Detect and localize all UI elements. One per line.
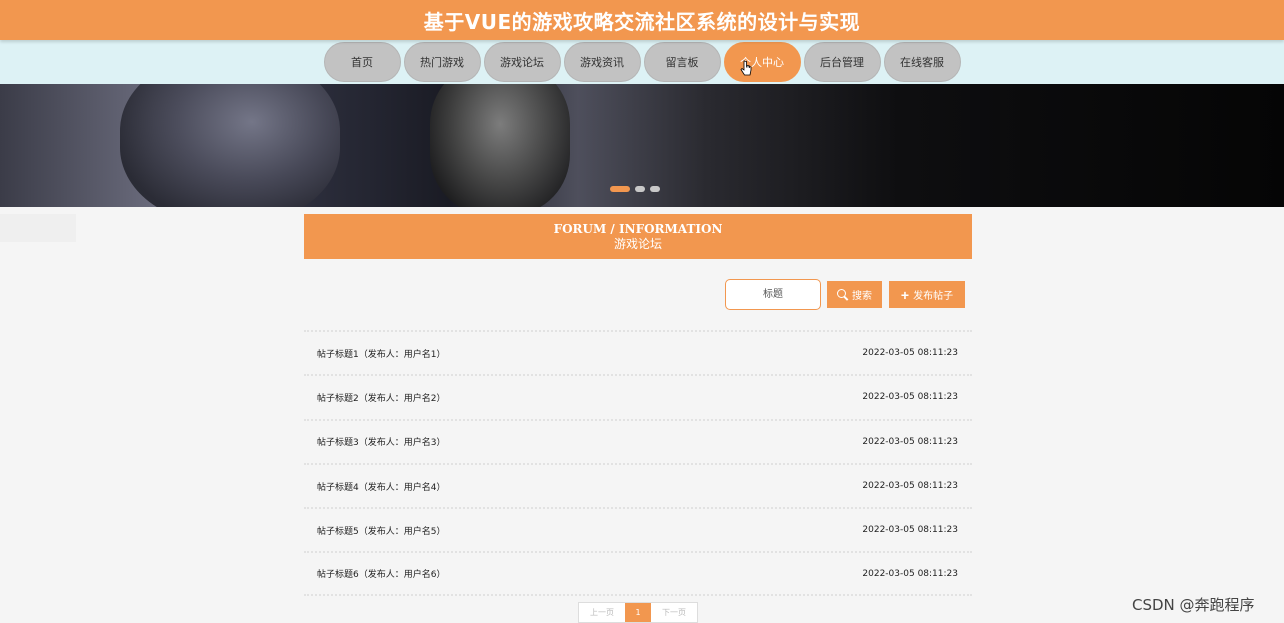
app-header: 基于VUE的游戏攻略交流社区系统的设计与实现 bbox=[0, 0, 1284, 40]
prev-page-button[interactable]: 上一页 bbox=[579, 603, 625, 622]
post-title: 帖子标题1（发布人：用户名1） bbox=[317, 349, 446, 360]
post-row[interactable]: 帖子标题4（发布人：用户名4） 2022-03-05 08:11:23 bbox=[304, 462, 972, 507]
banner-image-gloved-hand bbox=[430, 84, 570, 207]
plus-icon: + bbox=[900, 286, 910, 303]
carousel-dot[interactable] bbox=[650, 186, 660, 192]
app-title: 基于VUE的游戏攻略交流社区系统的设计与实现 bbox=[423, 9, 861, 34]
page-number-button[interactable]: 1 bbox=[625, 603, 651, 622]
side-decoration bbox=[0, 214, 76, 242]
section-header: FORUM / INFORMATION 游戏论坛 bbox=[304, 214, 972, 259]
nav-item-message-board[interactable]: 留言板 bbox=[643, 42, 721, 82]
carousel-dot[interactable] bbox=[610, 186, 630, 192]
post-time: 2022-03-05 08:11:23 bbox=[862, 481, 958, 492]
post-time: 2022-03-05 08:11:23 bbox=[862, 525, 958, 536]
pagination: 上一页 1 下一页 bbox=[578, 602, 698, 623]
new-post-button[interactable]: + 发布帖子 bbox=[889, 281, 965, 308]
carousel-dot[interactable] bbox=[635, 186, 645, 192]
post-title: 帖子标题2（发布人：用户名2） bbox=[317, 393, 446, 404]
post-list: 帖子标题1（发布人：用户名1） 2022-03-05 08:11:23 帖子标题… bbox=[304, 330, 972, 596]
nav-item-admin[interactable]: 后台管理 bbox=[803, 42, 881, 82]
post-row[interactable]: 帖子标题1（发布人：用户名1） 2022-03-05 08:11:23 bbox=[304, 330, 972, 374]
nav-item-home[interactable]: 首页 bbox=[323, 42, 401, 82]
hand-cursor-icon bbox=[740, 60, 752, 76]
carousel-indicators bbox=[610, 186, 660, 192]
post-time: 2022-03-05 08:11:23 bbox=[862, 392, 958, 403]
banner-image-soldier bbox=[120, 84, 340, 207]
nav-item-game-forum[interactable]: 游戏论坛 bbox=[483, 42, 561, 82]
post-row[interactable]: 帖子标题6（发布人：用户名6） 2022-03-05 08:11:23 bbox=[304, 551, 972, 596]
post-time: 2022-03-05 08:11:23 bbox=[862, 348, 958, 359]
post-title: 帖子标题4（发布人：用户名4） bbox=[317, 482, 446, 493]
post-title: 帖子标题6（发布人：用户名6） bbox=[317, 570, 446, 581]
watermark: CSDN @奔跑程序 bbox=[1132, 596, 1255, 614]
post-row[interactable]: 帖子标题2（发布人：用户名2） 2022-03-05 08:11:23 bbox=[304, 374, 972, 418]
nav-item-personal-center[interactable]: 个人中心 bbox=[723, 42, 801, 82]
post-time: 2022-03-05 08:11:23 bbox=[862, 568, 958, 579]
title-search-input[interactable] bbox=[725, 279, 821, 310]
search-icon bbox=[837, 289, 848, 300]
section-title-en: FORUM / INFORMATION bbox=[553, 221, 723, 236]
new-post-button-label: 发布帖子 bbox=[913, 291, 954, 302]
post-row[interactable]: 帖子标题5（发布人：用户名5） 2022-03-05 08:11:23 bbox=[304, 507, 972, 551]
nav-item-online-support[interactable]: 在线客服 bbox=[883, 42, 961, 82]
post-title: 帖子标题5（发布人：用户名5） bbox=[317, 526, 446, 537]
search-button[interactable]: 搜索 bbox=[827, 281, 882, 308]
section-title-cn: 游戏论坛 bbox=[613, 236, 662, 251]
post-time: 2022-03-05 08:11:23 bbox=[862, 436, 958, 447]
search-button-label: 搜索 bbox=[852, 291, 872, 302]
next-page-button[interactable]: 下一页 bbox=[651, 603, 697, 622]
nav-item-hot-games[interactable]: 热门游戏 bbox=[403, 42, 481, 82]
nav-item-game-news[interactable]: 游戏资讯 bbox=[563, 42, 641, 82]
post-title: 帖子标题3（发布人：用户名3） bbox=[317, 438, 446, 449]
post-row[interactable]: 帖子标题3（发布人：用户名3） 2022-03-05 08:11:23 bbox=[304, 418, 972, 463]
main-nav: 首页 热门游戏 游戏论坛 游戏资讯 留言板 个人中心 后台管理 在线客服 bbox=[0, 40, 1284, 84]
